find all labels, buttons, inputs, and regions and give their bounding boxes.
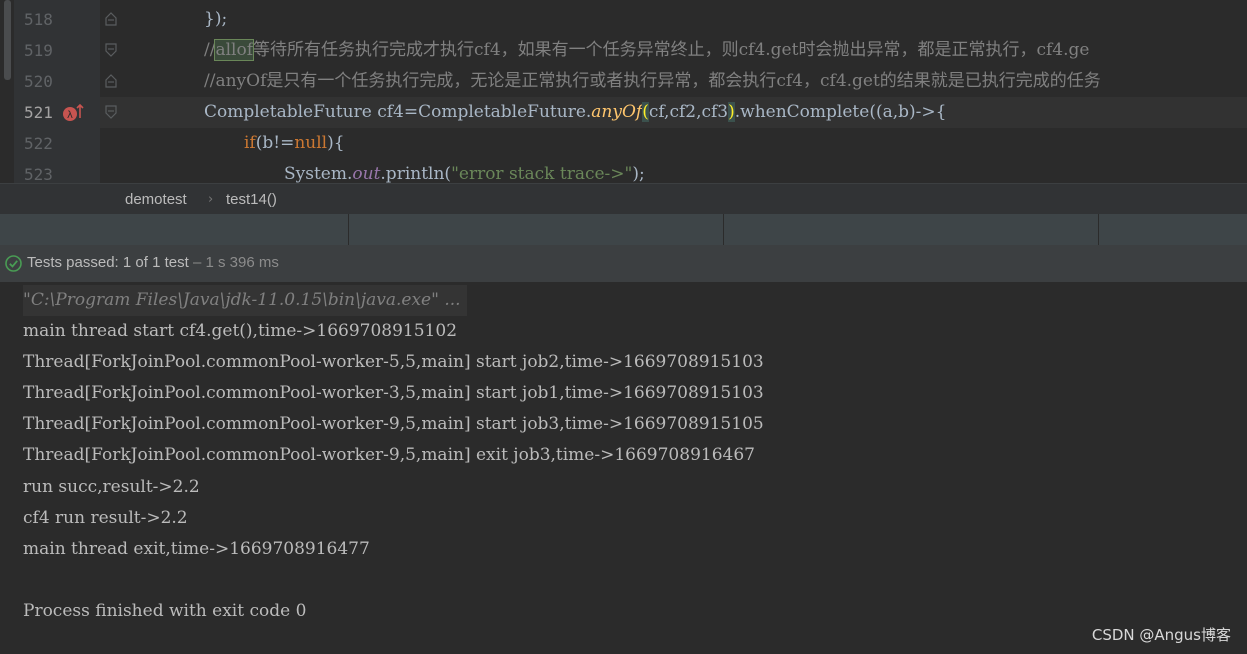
string-token: "error stack trace->" bbox=[451, 164, 633, 183]
console-line: main thread start cf4.get(),time->166970… bbox=[23, 321, 458, 341]
breadcrumb-separator: › bbox=[208, 192, 214, 207]
console-command-line[interactable]: "C:\Program Files\Java\jdk-11.0.15\bin\j… bbox=[23, 285, 467, 316]
console-line: Thread[ForkJoinPool.commonPool-worker-5,… bbox=[23, 352, 764, 372]
code-editor[interactable]: 518 }); 519 //allof等待所有任务执行完成才执行cf4，如果有一… bbox=[0, 0, 1247, 183]
console-line: Process finished with exit code 0 bbox=[23, 601, 307, 621]
code-line[interactable]: 520 //anyOf是只有一个任务执行完成，无论是正常执行或者执行异常，都会执… bbox=[0, 66, 1247, 97]
code-line[interactable]: 518 }); bbox=[0, 4, 1247, 35]
tool-window-header bbox=[0, 214, 1247, 245]
code-statement: CompletableFuture cf4=CompletableFuture.… bbox=[204, 97, 946, 128]
code-line[interactable]: 519 //allof等待所有任务执行完成才执行cf4，如果有一个任务异常终止，… bbox=[0, 35, 1247, 66]
keyword-token: if bbox=[244, 133, 256, 153]
tool-tab[interactable] bbox=[1099, 214, 1247, 245]
fold-start-icon[interactable] bbox=[104, 105, 118, 119]
search-highlight: allof bbox=[214, 39, 255, 61]
tool-tab[interactable] bbox=[724, 214, 1099, 245]
breadcrumb-item-method[interactable]: test14() bbox=[226, 184, 277, 215]
fold-end-icon[interactable] bbox=[104, 74, 118, 88]
console-line: Thread[ForkJoinPool.commonPool-worker-9,… bbox=[23, 414, 764, 434]
field-token: out bbox=[352, 164, 381, 183]
code-comment: //anyOf是只有一个任务执行完成，无论是正常执行或者执行异常，都会执行cf4… bbox=[204, 71, 1101, 91]
console-line: Thread[ForkJoinPool.commonPool-worker-9,… bbox=[23, 445, 755, 465]
status-label: Tests passed: bbox=[27, 254, 119, 271]
code-token: cf,cf2,cf3 bbox=[648, 102, 729, 122]
fold-start-icon[interactable] bbox=[104, 43, 118, 57]
code-token: (b!= bbox=[255, 133, 295, 153]
line-number: 523 bbox=[24, 165, 53, 183]
code-token: ); bbox=[632, 164, 645, 183]
fold-end-icon[interactable] bbox=[104, 12, 118, 26]
passed-count: 1 bbox=[122, 254, 132, 271]
console-line: cf4 run result->2.2 bbox=[23, 508, 188, 528]
line-number: 521 bbox=[24, 103, 53, 122]
test-status-text: Tests passed: 1 of 1 test – 1 s 396 ms bbox=[27, 245, 279, 281]
code-line[interactable]: 522 if(b!=null){ bbox=[0, 128, 1247, 159]
line-number: 518 bbox=[24, 10, 53, 29]
code-line[interactable]: 523 System.out.println("error stack trac… bbox=[0, 159, 1247, 183]
console-line: Thread[ForkJoinPool.commonPool-worker-3,… bbox=[23, 383, 764, 403]
check-circle-icon bbox=[5, 255, 22, 272]
breadcrumb: demotest › test14() bbox=[0, 183, 1247, 215]
svg-text:λ: λ bbox=[67, 110, 73, 121]
tool-tab[interactable] bbox=[349, 214, 724, 245]
code-token: CompletableFuture cf4=CompletableFuture. bbox=[204, 102, 592, 122]
total-tests: of 1 test bbox=[135, 254, 189, 271]
code-comment: //allof等待所有任务执行完成才执行cf4，如果有一个任务异常终止，则cf4… bbox=[204, 35, 1089, 66]
code-token: .println( bbox=[380, 164, 452, 183]
tool-tab[interactable] bbox=[0, 214, 349, 245]
lambda-overrides-icon[interactable]: λ bbox=[62, 102, 84, 124]
code-token: ){ bbox=[327, 133, 345, 153]
line-number: 520 bbox=[24, 72, 53, 91]
console-line: main thread exit,time->1669708916477 bbox=[23, 539, 370, 559]
console-output[interactable]: "C:\Program Files\Java\jdk-11.0.15\bin\j… bbox=[0, 282, 1247, 654]
paren-match: ( bbox=[642, 102, 649, 122]
code-line[interactable]: 521 λ CompletableFuture cf4=CompletableF… bbox=[0, 97, 1247, 128]
paren-match: ) bbox=[728, 102, 735, 122]
keyword-token: null bbox=[294, 133, 328, 153]
line-number: 522 bbox=[24, 134, 53, 153]
watermark: CSDN @Angus博客 bbox=[1091, 626, 1231, 644]
method-token: anyOf bbox=[591, 102, 643, 122]
comment-prefix: // bbox=[204, 40, 216, 60]
code-token: .whenComplete((a,b)->{ bbox=[734, 102, 947, 122]
test-status-bar: Tests passed: 1 of 1 test – 1 s 396 ms bbox=[0, 245, 1247, 283]
code-token: System. bbox=[284, 164, 353, 183]
test-duration: – 1 s 396 ms bbox=[192, 254, 279, 271]
console-line: run succ,result->2.2 bbox=[23, 477, 200, 497]
code-statement: if(b!=null){ bbox=[244, 128, 345, 159]
comment-text: 等待所有任务执行完成才执行cf4，如果有一个任务异常终止，则cf4.get时会抛… bbox=[253, 40, 1090, 60]
code-statement: System.out.println("error stack trace->"… bbox=[284, 159, 645, 183]
code-text: }); bbox=[204, 9, 228, 29]
breadcrumb-item-class[interactable]: demotest bbox=[125, 184, 187, 215]
line-number: 519 bbox=[24, 41, 53, 60]
